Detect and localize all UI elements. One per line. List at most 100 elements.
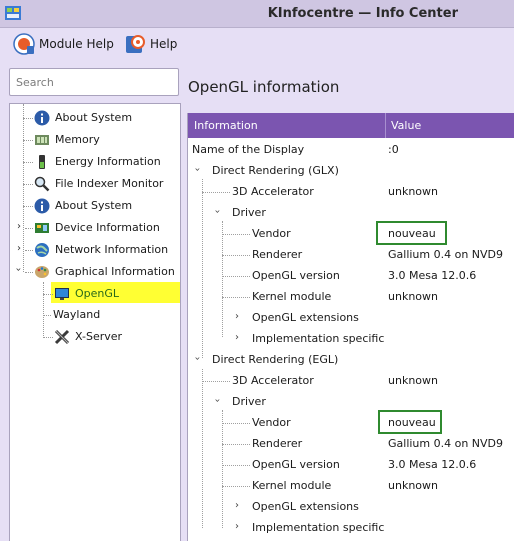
vendor-highlight-box	[376, 221, 447, 245]
table-row[interactable]: OpenGL version 3.0 Mesa 12.0.6	[188, 266, 514, 287]
sidebar-item-label: About System	[55, 111, 133, 124]
sidebar-item-label: Wayland	[53, 308, 101, 321]
column-header-information[interactable]: Information	[194, 119, 258, 132]
row-key: Kernel module	[252, 290, 332, 303]
row-key: 3D Accelerator	[232, 185, 314, 198]
info-icon	[34, 198, 50, 214]
table-row[interactable]: 3D Accelerator unknown	[188, 182, 514, 203]
row-key: 3D Accelerator	[232, 374, 314, 387]
row-value: 3.0 Mesa 12.0.6	[388, 458, 477, 471]
table-row[interactable]: Vendor nouveau	[188, 224, 514, 245]
globe-icon	[35, 243, 49, 257]
sidebar-item-label: File Indexer Monitor	[55, 177, 164, 190]
row-value: Gallium 0.4 on NVD9	[388, 437, 504, 450]
table-row[interactable]: › Direct Rendering (GLX)	[188, 161, 514, 182]
table-header: Information Value	[188, 113, 514, 138]
table-row[interactable]: › Implementation specific	[188, 329, 514, 350]
row-key: OpenGL version	[252, 269, 340, 282]
chevron-right-icon[interactable]: ›	[17, 243, 21, 254]
device-icon	[35, 223, 49, 233]
row-key: OpenGL version	[252, 458, 340, 471]
sidebar-item-network-information[interactable]: › Network Information	[10, 240, 180, 260]
page-title: OpenGL information	[188, 78, 340, 96]
help-label: Help	[150, 37, 178, 51]
table-row[interactable]: OpenGL version 3.0 Mesa 12.0.6	[188, 455, 514, 476]
sidebar-item-device-information[interactable]: › Device Information	[10, 218, 180, 238]
help-module-icon	[13, 33, 35, 55]
sidebar-item-label: Memory	[55, 133, 100, 146]
chevron-right-icon[interactable]: ›	[235, 521, 239, 532]
sidebar-item-label: About System	[55, 199, 133, 212]
sidebar-item-label: OpenGL	[75, 287, 120, 300]
palette-icon	[35, 266, 49, 278]
row-key: OpenGL extensions	[252, 311, 359, 324]
column-header-value[interactable]: Value	[391, 119, 421, 132]
table-row[interactable]: › Driver	[188, 203, 514, 224]
row-value: unknown	[388, 290, 438, 303]
chevron-right-icon[interactable]: ›	[235, 332, 239, 343]
table-row[interactable]: Renderer Gallium 0.4 on NVD9	[188, 245, 514, 266]
sidebar-item-label: Device Information	[55, 221, 160, 234]
search-input[interactable]	[9, 68, 179, 96]
chevron-right-icon[interactable]: ›	[235, 500, 239, 511]
row-key: Driver	[232, 206, 266, 219]
table-row[interactable]: Vendor nouveau	[188, 413, 514, 434]
row-key: Direct Rendering (EGL)	[212, 353, 339, 366]
title-bar: KInfocentre — Info Center	[0, 0, 514, 28]
row-key: Vendor	[252, 227, 291, 240]
chevron-right-icon[interactable]: ›	[235, 311, 239, 322]
module-help-button[interactable]: Module Help	[13, 32, 114, 56]
row-key: Driver	[232, 395, 266, 408]
window-title: KInfocentre — Info Center	[267, 6, 458, 21]
sidebar-item-opengl[interactable]: OpenGL	[30, 284, 180, 304]
row-value: Gallium 0.4 on NVD9	[388, 248, 504, 261]
sidebar-item-energy-information[interactable]: Energy Information	[10, 152, 180, 172]
sidebar-item-file-indexer-monitor[interactable]: File Indexer Monitor	[10, 174, 180, 194]
table-row[interactable]: › Driver	[188, 392, 514, 413]
table-row[interactable]: › Implementation specific	[188, 518, 514, 539]
row-value: 3.0 Mesa 12.0.6	[388, 269, 477, 282]
table-row[interactable]: › OpenGL extensions	[188, 308, 514, 329]
table-row[interactable]: 3D Accelerator unknown	[188, 371, 514, 392]
sidebar-item-memory[interactable]: Memory	[10, 130, 180, 150]
x-icon	[54, 329, 70, 345]
chevron-right-icon[interactable]: ›	[17, 221, 21, 232]
sidebar-item-graphical-information[interactable]: › Graphical Information	[10, 262, 180, 282]
sidebar-item-wayland[interactable]: Wayland	[10, 305, 180, 325]
table-row[interactable]: › Direct Rendering (EGL)	[188, 350, 514, 371]
memory-icon	[35, 135, 49, 145]
row-key: Implementation specific	[252, 521, 385, 534]
sidebar-item-label: Energy Information	[55, 155, 161, 168]
sidebar-item-label: Network Information	[55, 243, 169, 256]
chevron-down-icon[interactable]: ›	[212, 210, 223, 214]
monitor-icon	[55, 288, 69, 300]
sidebar-item-label: Graphical Information	[55, 265, 175, 278]
table-row[interactable]: Kernel module unknown	[188, 476, 514, 497]
row-key: Implementation specific	[252, 332, 385, 345]
table-row[interactable]: Renderer Gallium 0.4 on NVD9	[188, 434, 514, 455]
table-row[interactable]: Name of the Display :0	[188, 140, 514, 161]
table-row[interactable]: Kernel module unknown	[188, 287, 514, 308]
column-divider	[385, 113, 386, 138]
sidebar-item-about-system[interactable]: About System	[10, 108, 180, 128]
module-help-label: Module Help	[39, 37, 114, 51]
chevron-down-icon[interactable]: ›	[192, 168, 203, 172]
vendor-highlight-box	[378, 410, 442, 434]
magnifier-icon	[34, 176, 50, 192]
sidebar-tree[interactable]: About System Memory Energy Information F…	[9, 103, 181, 541]
row-key: Kernel module	[252, 479, 332, 492]
info-table[interactable]: Information Value Name of the Display :0…	[187, 113, 514, 541]
chevron-down-icon[interactable]: ›	[13, 268, 24, 272]
help-button[interactable]: Help	[124, 32, 177, 56]
row-value: :0	[388, 143, 399, 156]
row-value: unknown	[388, 479, 438, 492]
row-key: Name of the Display	[192, 143, 305, 156]
chevron-down-icon[interactable]: ›	[192, 357, 203, 361]
toolbar: Module Help Help	[0, 28, 514, 61]
table-row[interactable]: › OpenGL extensions	[188, 497, 514, 518]
sidebar-item-label: X-Server	[75, 330, 123, 343]
sidebar-item-x-server[interactable]: X-Server	[30, 327, 180, 347]
chevron-down-icon[interactable]: ›	[212, 399, 223, 403]
sidebar-item-about-system-2[interactable]: About System	[10, 196, 180, 216]
help-icon	[126, 35, 145, 53]
